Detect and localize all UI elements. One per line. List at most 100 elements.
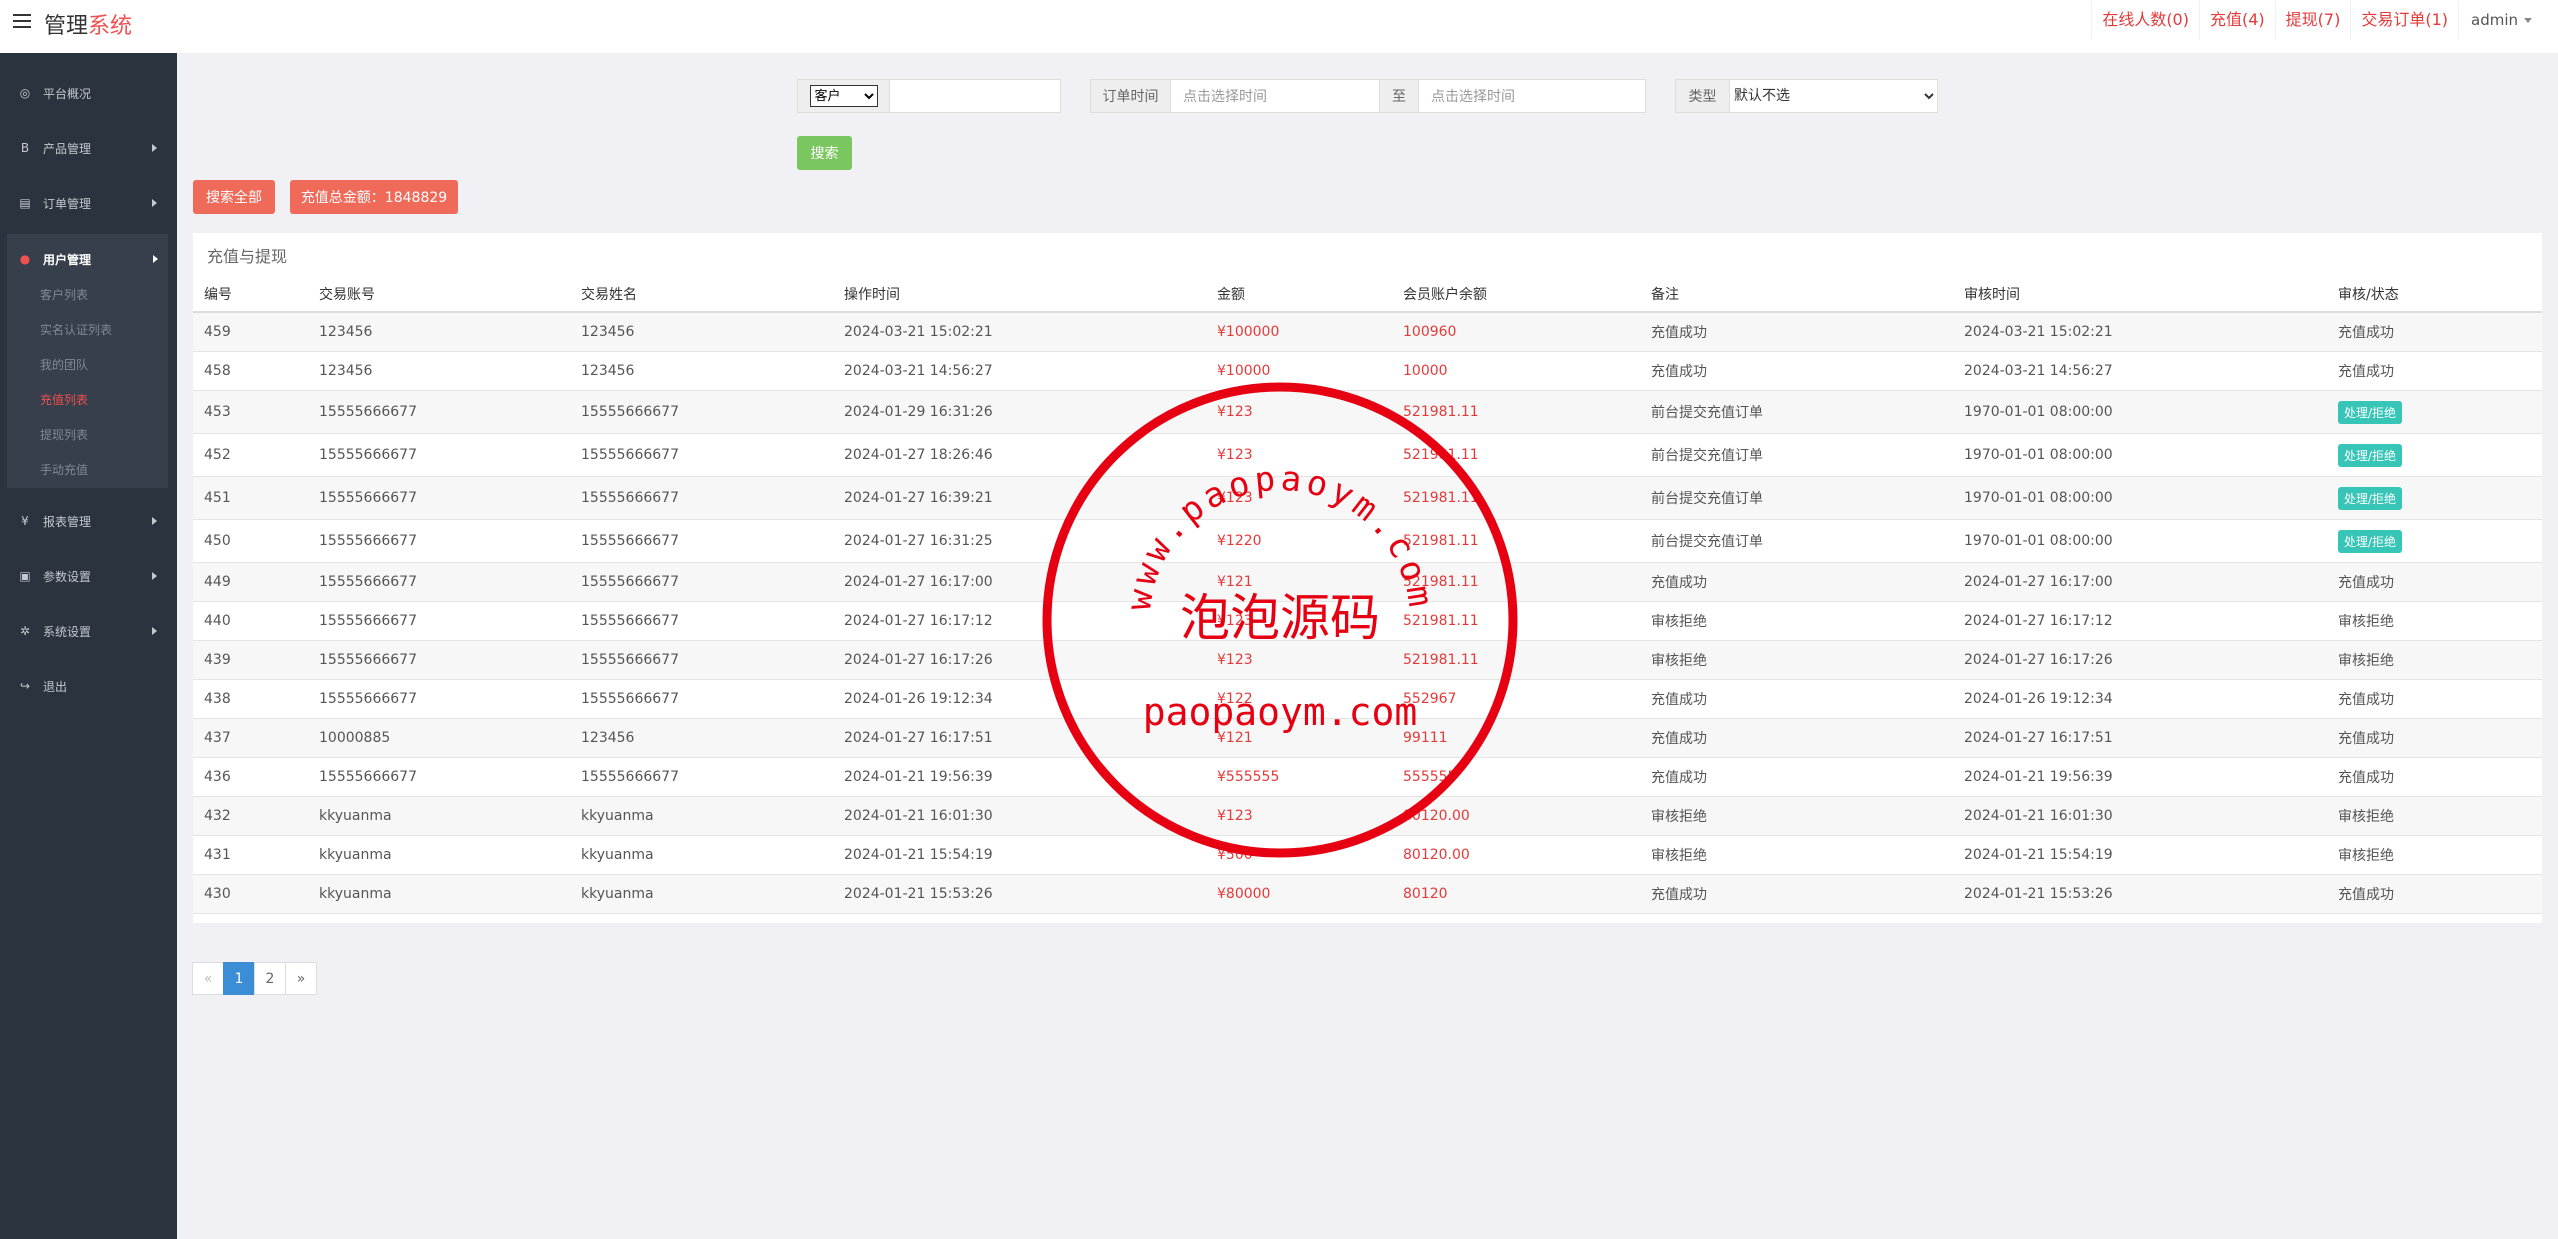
sign-out-icon: ↪ <box>19 679 31 693</box>
customer-select[interactable]: 客户 <box>809 85 878 107</box>
page-2[interactable]: 2 <box>254 962 286 995</box>
cell-audit-time: 2024-01-27 16:17:51 <box>1964 730 2113 746</box>
chevron-right-icon <box>153 255 158 263</box>
sidebar-subitem-verification[interactable]: 实名认证列表 <box>40 321 112 338</box>
sidebar-item-orders[interactable]: ▤ 订单管理 <box>0 183 177 223</box>
cell-account: 15555666677 <box>319 447 417 463</box>
sidebar-item-overview[interactable]: ◎ 平台概况 <box>0 73 177 113</box>
process-reject-button[interactable]: 处理/拒绝 <box>2338 486 2403 510</box>
to-label: 至 <box>1379 80 1419 112</box>
cell-amount: ¥121 <box>1217 574 1253 590</box>
sidebar-subitem-team[interactable]: 我的团队 <box>40 356 88 373</box>
cell-audit-time: 2024-01-27 16:17:26 <box>1964 652 2113 668</box>
online-users-link[interactable]: 在线人数(0) <box>2091 1 2199 39</box>
cell-balance: 80120 <box>1403 886 1448 902</box>
customer-search-input[interactable] <box>890 80 1060 112</box>
cell-amount: ¥122 <box>1217 691 1253 707</box>
cell-audit-time: 1970-01-01 08:00:00 <box>1964 490 2113 506</box>
sidebar-item-params[interactable]: ▣ 参数设置 <box>0 556 177 596</box>
cell-balance: 80120.00 <box>1403 808 1470 824</box>
cell-audit-time: 2024-01-26 19:12:34 <box>1964 691 2113 707</box>
cell-amount: ¥123 <box>1217 404 1253 420</box>
search-button[interactable]: 搜索 <box>797 136 852 170</box>
cell-note: 充值成功 <box>1651 887 1707 903</box>
cell-status: 处理/拒绝 <box>2338 391 2403 433</box>
page-prev[interactable]: « <box>192 962 224 995</box>
page-next[interactable]: » <box>285 962 317 995</box>
cell-time: 2024-01-27 16:17:12 <box>844 613 993 629</box>
cell-audit-time: 2024-03-21 15:02:21 <box>1964 324 2113 340</box>
trade-orders-link[interactable]: 交易订单(1) <box>2350 1 2458 39</box>
process-reject-button[interactable]: 处理/拒绝 <box>2338 443 2403 467</box>
cell-status: 审核拒绝 <box>2338 653 2394 669</box>
recharge-link[interactable]: 充值(4) <box>2198 1 2275 39</box>
user-icon: ● <box>19 252 31 266</box>
cell-amount: ¥555555 <box>1217 769 1280 785</box>
cell-account: 15555666677 <box>319 533 417 549</box>
sidebar-item-logout[interactable]: ↪ 退出 <box>0 666 177 706</box>
cell-balance: 521981.11 <box>1403 490 1479 506</box>
header-links: 在线人数(0) 充值(4) 提现(7) 交易订单(1) admin <box>2091 0 2544 40</box>
cell-balance: 521981.11 <box>1403 613 1479 629</box>
cell-balance: 521981.11 <box>1403 652 1479 668</box>
table-header-row: 编号 交易账号 交易姓名 操作时间 金额 会员账户余额 备注 审核时间 审核/状… <box>193 276 2542 313</box>
cell-name: 15555666677 <box>581 404 679 420</box>
chevron-right-icon <box>152 627 157 635</box>
process-reject-button[interactable]: 处理/拒绝 <box>2338 529 2403 553</box>
cell-amount: ¥123 <box>1217 613 1253 629</box>
sidebar-item-label: 退出 <box>43 679 68 694</box>
cell-name: kkyuanma <box>581 886 654 902</box>
table-row: 440 15555666677 15555666677 2024-01-27 16:1… <box>193 602 2542 641</box>
cell-account: 15555666677 <box>319 652 417 668</box>
cell-audit-time: 1970-01-01 08:00:00 <box>1964 533 2113 549</box>
cell-status: 处理/拒绝 <box>2338 434 2403 476</box>
start-time-input[interactable]: 点击选择时间 <box>1171 80 1379 112</box>
cell-id: 449 <box>204 574 231 590</box>
sidebar-subitem-customers[interactable]: 客户列表 <box>40 286 88 303</box>
cell-id: 452 <box>204 447 231 463</box>
sidebar-subitem-recharge-list[interactable]: 充值列表 <box>40 391 88 408</box>
sidebar-subitem-manual-recharge[interactable]: 手动充值 <box>40 461 88 478</box>
panel-title: 充值与提现 <box>207 247 288 266</box>
cell-balance: 521981.11 <box>1403 447 1479 463</box>
cell-account: 15555666677 <box>319 404 417 420</box>
cell-time: 2024-01-26 19:12:34 <box>844 691 993 707</box>
sidebar-item-reports[interactable]: ¥ 报表管理 <box>0 501 177 541</box>
user-menu[interactable]: admin <box>2458 1 2544 39</box>
col-name: 交易姓名 <box>581 286 637 303</box>
cell-id: 453 <box>204 404 231 420</box>
cell-audit-time: 2024-01-21 19:56:39 <box>1964 769 2113 785</box>
total-recharge-button[interactable]: 充值总金额：1848829 <box>290 180 458 214</box>
col-note: 备注 <box>1651 286 1679 303</box>
cell-amount: ¥123 <box>1217 447 1253 463</box>
cell-amount: ¥123 <box>1217 652 1253 668</box>
cell-status: 充值成功 <box>2338 692 2394 708</box>
sidebar-item-users[interactable]: ● 用户管理 <box>7 239 168 279</box>
process-reject-button[interactable]: 处理/拒绝 <box>2338 400 2403 424</box>
type-select[interactable]: 默认不选 <box>1730 80 1937 112</box>
table-row: 436 15555666677 15555666677 2024-01-21 19:5… <box>193 758 2542 797</box>
withdraw-link[interactable]: 提现(7) <box>2274 1 2351 39</box>
cell-note: 充值成功 <box>1651 770 1707 786</box>
sidebar-subitem-withdraw-list[interactable]: 提现列表 <box>40 426 88 443</box>
search-all-button[interactable]: 搜索全部 <box>193 180 275 214</box>
cell-name: 15555666677 <box>581 769 679 785</box>
cell-account: kkyuanma <box>319 808 392 824</box>
cell-id: 450 <box>204 533 231 549</box>
page-1[interactable]: 1 <box>223 962 255 995</box>
cell-audit-time: 2024-01-21 15:54:19 <box>1964 847 2113 863</box>
cell-amount: ¥10000 <box>1217 363 1271 379</box>
table-row: 452 15555666677 15555666677 2024-01-27 18:2… <box>193 434 2542 477</box>
hamburger-menu-icon[interactable] <box>13 14 31 30</box>
type-filter: 类型 默认不选 <box>1675 79 1938 113</box>
sidebar-item-system[interactable]: ✲ 系统设置 <box>0 611 177 651</box>
cell-balance: 555555 <box>1403 769 1457 785</box>
cell-note: 审核拒绝 <box>1651 809 1707 825</box>
cell-time: 2024-01-21 15:53:26 <box>844 886 993 902</box>
sidebar-item-products[interactable]: B 产品管理 <box>0 128 177 168</box>
end-time-input[interactable]: 点击选择时间 <box>1419 80 1645 112</box>
app-title-main: 管理 <box>44 14 89 39</box>
cell-name: kkyuanma <box>581 808 654 824</box>
cell-audit-time: 2024-03-21 14:56:27 <box>1964 363 2113 379</box>
cell-amount: ¥121 <box>1217 730 1253 746</box>
